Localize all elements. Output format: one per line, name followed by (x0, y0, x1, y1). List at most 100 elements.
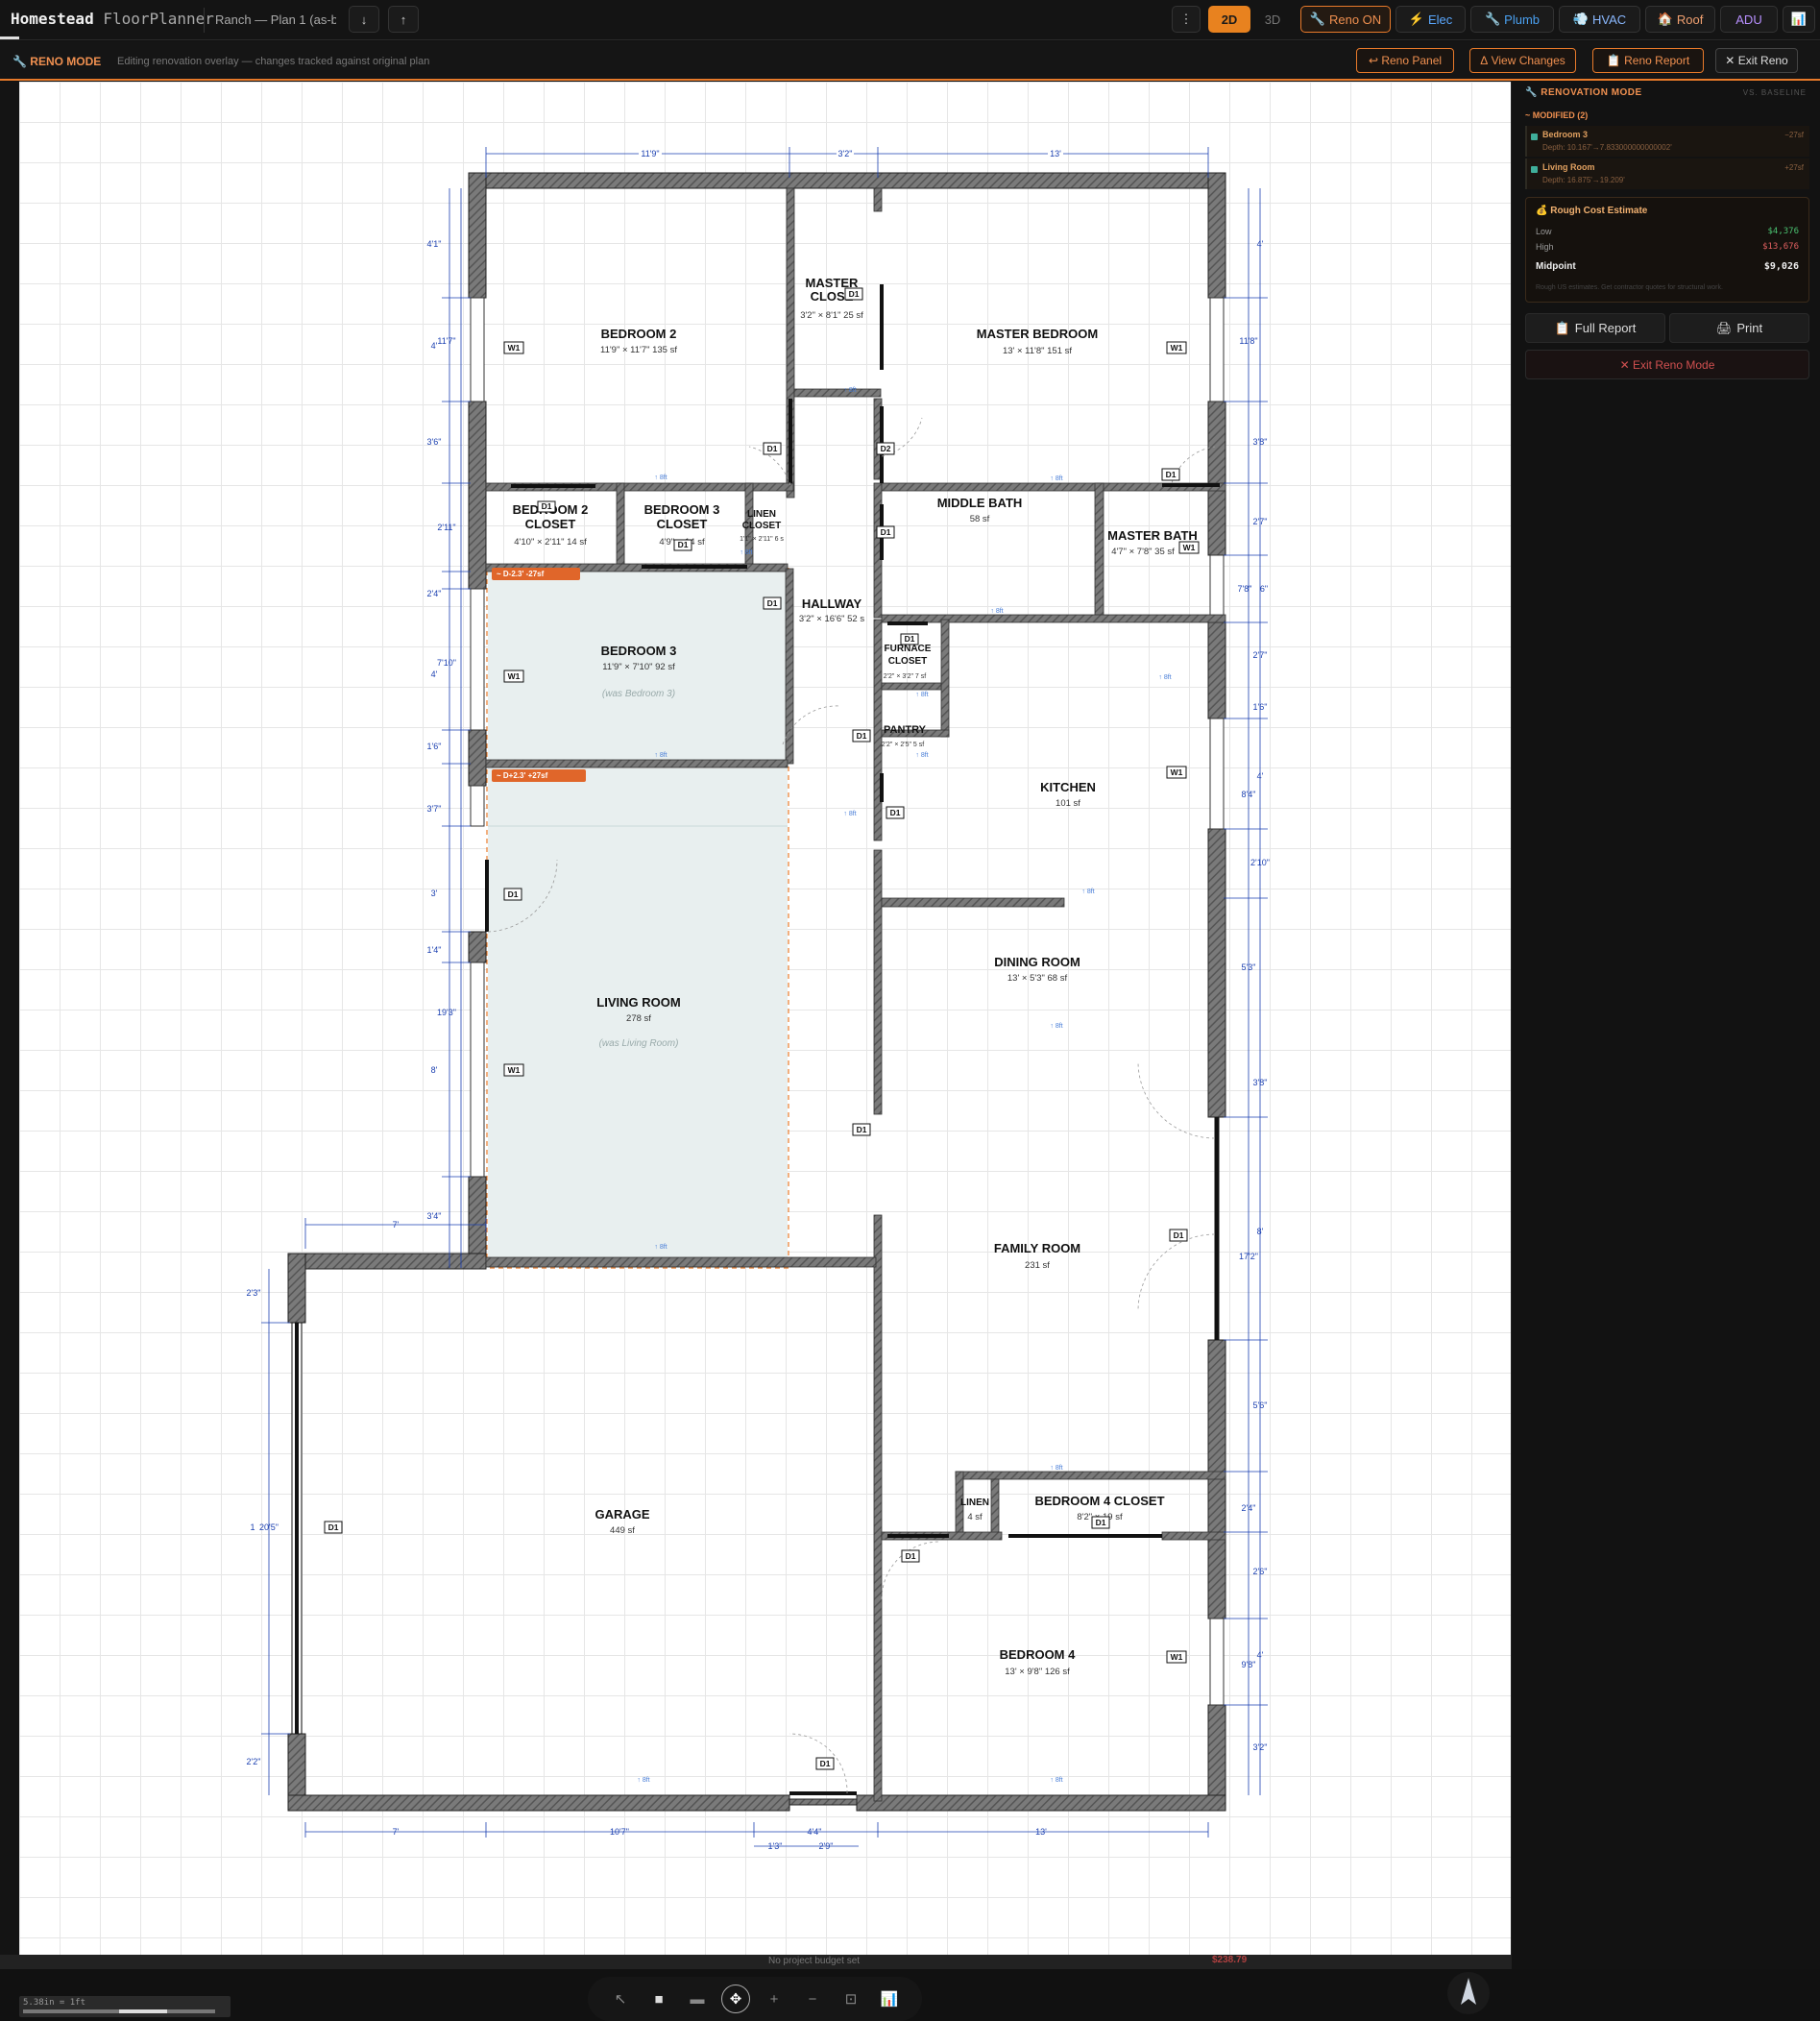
loading-progress (0, 37, 19, 39)
mod-badge-bedroom3[interactable]: ~ D-2.3' -27sf (492, 568, 580, 580)
svg-text:3'6": 3'6" (427, 437, 442, 447)
door-tag[interactable]: D1 (876, 525, 895, 539)
svg-text:W1: W1 (508, 671, 521, 681)
door-tag[interactable]: D1 (815, 1757, 835, 1770)
exit-reno-button[interactable]: ✕ Exit Reno (1715, 48, 1798, 73)
move-up-button[interactable]: ↑ (388, 6, 419, 33)
more-menu-button[interactable]: ⋮ (1172, 6, 1201, 33)
elec-button[interactable]: ⚡ Elec (1395, 6, 1466, 33)
print-button[interactable]: 🖨 Print (1669, 313, 1809, 343)
room-label-pantry: PANTRY (884, 724, 927, 736)
select-tool-icon[interactable]: ↖ (606, 1984, 635, 2013)
door-tag[interactable]: D1 (886, 806, 905, 819)
move-down-button[interactable]: ↓ (349, 6, 379, 33)
adu-button[interactable]: ADU (1720, 6, 1778, 33)
full-report-button[interactable]: 📋 Full Report (1525, 313, 1665, 343)
view-3d-button[interactable]: 3D (1252, 6, 1293, 33)
door-tag[interactable]: D1 (673, 539, 692, 551)
floor-plan-svg[interactable]: BEDROOM 2 11'9" × 11'7" 135 sf MASTER CL… (19, 82, 1511, 1955)
svg-text:1'6": 1'6" (1253, 702, 1268, 712)
svg-text:10'7": 10'7" (610, 1827, 629, 1837)
svg-text:2'7": 2'7" (1253, 650, 1268, 660)
room-stats-linen-closet: 1'1" × 2'11" 6 s (740, 536, 784, 543)
wall-tool-icon[interactable]: ▬ (683, 1984, 712, 2013)
door-tag[interactable]: D1 (324, 1521, 343, 1534)
room-label-hallway: HALLWAY (802, 597, 862, 611)
door-tag[interactable]: D1 (763, 442, 782, 455)
modified-item-bedroom3[interactable]: Bedroom 3 Depth: 10.167'→7.8330000000000… (1525, 126, 1809, 157)
svg-text:D1: D1 (849, 289, 860, 299)
wind-icon: 💨 (1572, 12, 1589, 26)
zoom-out-icon[interactable]: − (798, 1984, 827, 2013)
room-was-living: (was Living Room) (599, 1038, 679, 1049)
door-tag[interactable]: D1 (900, 633, 919, 645)
window-tag[interactable]: W1 (1166, 341, 1187, 354)
mod-badge-livingroom[interactable]: ~ D+2.3' +27sf (492, 769, 586, 782)
compass-icon[interactable] (1447, 1972, 1490, 2014)
svg-text:7': 7' (393, 1220, 400, 1230)
svg-text:2'6": 2'6" (1253, 1567, 1268, 1576)
svg-text:~ D-2.3' -27sf: ~ D-2.3' -27sf (497, 570, 545, 578)
hvac-button[interactable]: 💨 HVAC (1559, 6, 1640, 33)
fit-view-icon[interactable]: ⊡ (837, 1984, 865, 2013)
room-label-kitchen: KITCHEN (1040, 780, 1096, 794)
room-label-bed2-closet-2: CLOSET (525, 517, 576, 531)
chart-icon[interactable]: 📊 (1783, 6, 1815, 33)
door-tag[interactable]: D1 (1169, 1229, 1188, 1242)
chart-icon[interactable]: 📊 (875, 1984, 904, 2013)
reno-report-button[interactable]: 📋 Reno Report (1592, 48, 1704, 73)
door-tag[interactable]: D1 (503, 888, 522, 901)
window-tag[interactable]: W1 (1178, 541, 1200, 554)
reno-panel-button[interactable]: ↩ Reno Panel (1356, 48, 1454, 73)
canvas-area[interactable]: BEDROOM 2 11'9" × 11'7" 135 sf MASTER CL… (0, 82, 1511, 2021)
roof-button[interactable]: 🏠 Roof (1645, 6, 1715, 33)
plan-name[interactable]: Ranch — Plan 1 (as-bu (215, 12, 336, 27)
room-label-living: LIVING ROOM (596, 995, 680, 1010)
svg-text:2'10": 2'10" (1250, 858, 1270, 867)
window-tag[interactable]: W1 (503, 670, 524, 683)
svg-text:3'8": 3'8" (1253, 1078, 1268, 1087)
window-tag[interactable]: W1 (1166, 766, 1187, 779)
room-stats-bedroom4: 13' × 9'8" 126 sf (1005, 1667, 1070, 1677)
svg-text:D2: D2 (881, 444, 891, 453)
bottom-toolbar: ↖ ■ ▬ ✥ + − ⊡ 📊 (588, 1977, 922, 2021)
plumb-button[interactable]: 🔧 Plumb (1470, 6, 1554, 33)
modified-item-livingroom[interactable]: Living Room Depth: 16.875'→19.209' +27sf (1525, 158, 1809, 189)
budget-total: $238.79 (1212, 1955, 1248, 1965)
wrench-icon: 🔧 (12, 55, 27, 68)
door-tag[interactable]: D1 (1161, 468, 1180, 481)
door-tag[interactable]: D2 (876, 442, 895, 455)
door-tag[interactable]: D1 (852, 1123, 871, 1136)
window-tag[interactable]: W1 (503, 341, 524, 354)
room-stats-master-bedroom: 13' × 11'8" 151 sf (1003, 346, 1072, 356)
svg-text:7'8": 7'8" (1238, 584, 1252, 594)
door-tag[interactable]: D1 (763, 597, 782, 610)
exit-reno-mode-button[interactable]: ✕ Exit Reno Mode (1525, 350, 1809, 379)
door-tag[interactable]: D1 (1091, 1516, 1110, 1529)
svg-text:1'6": 1'6" (427, 742, 442, 751)
view-2d-button[interactable]: 2D (1208, 6, 1250, 33)
svg-text:8': 8' (1257, 1227, 1264, 1236)
reno-toggle-button[interactable]: 🔧 Reno ON (1300, 6, 1391, 33)
window-tag[interactable]: W1 (503, 1063, 524, 1077)
svg-text:11'9": 11'9" (641, 149, 659, 158)
svg-text:↑ 8ft: ↑ 8ft (740, 549, 752, 556)
pan-tool-icon[interactable]: ✥ (721, 1984, 750, 2013)
door-tag[interactable]: D1 (852, 729, 871, 743)
door-tag[interactable]: D1 (844, 287, 863, 301)
modified-header[interactable]: ~ MODIFIED (2) (1525, 110, 1588, 120)
window-tag[interactable]: W1 (1166, 1650, 1187, 1664)
view-changes-button[interactable]: Δ View Changes (1469, 48, 1576, 73)
room-was-bedroom3: (was Bedroom 3) (602, 689, 675, 699)
door-tag[interactable]: D1 (901, 1549, 920, 1563)
zoom-in-icon[interactable]: + (760, 1984, 789, 2013)
room-label-master-bedroom: MASTER BEDROOM (977, 327, 1098, 341)
cost-mid-row: Midpoint $9,026 (1536, 261, 1799, 272)
floor-plan-canvas[interactable]: BEDROOM 2 11'9" × 11'7" 135 sf MASTER CL… (19, 82, 1511, 1955)
door-tag[interactable]: D1 (537, 500, 556, 513)
room-stats-linen2: 4 sf (967, 1512, 983, 1522)
room-tool-icon[interactable]: ■ (644, 1984, 673, 2013)
clipboard-icon: 📋 (1606, 54, 1621, 67)
room-stats-dining: 13' × 5'3" 68 sf (1007, 973, 1068, 984)
svg-text:↑ 8ft: ↑ 8ft (654, 1244, 667, 1251)
